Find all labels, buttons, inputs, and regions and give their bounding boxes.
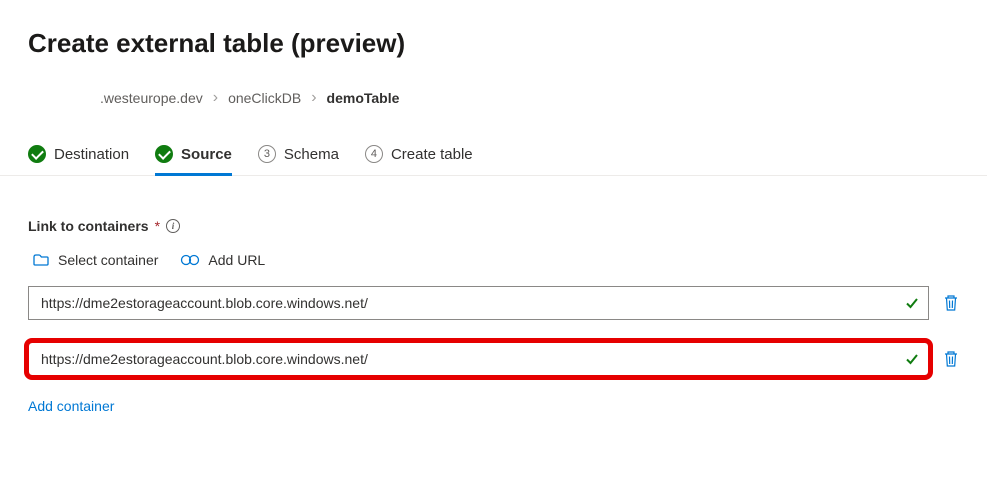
info-icon[interactable]: i (166, 219, 180, 233)
checkmark-icon (904, 295, 920, 311)
field-label: Link to containers (28, 218, 149, 234)
step-number-icon: 4 (365, 145, 383, 163)
add-container-link[interactable]: Add container (28, 398, 959, 414)
step-label: Schema (284, 146, 339, 163)
add-url-label: Add URL (208, 252, 265, 268)
step-label: Destination (54, 146, 129, 163)
link-icon (180, 253, 200, 267)
step-destination[interactable]: Destination (28, 135, 129, 175)
wizard-steps: Destination Source 3 Schema 4 Create tab… (0, 135, 987, 176)
url-input[interactable] (39, 294, 904, 312)
select-container-button[interactable]: Select container (32, 252, 158, 268)
url-row (28, 342, 959, 376)
chevron-right-icon (311, 89, 316, 107)
delete-icon[interactable] (943, 294, 959, 312)
url-input[interactable] (39, 350, 904, 368)
section-label: Link to containers * i (28, 218, 959, 234)
url-input-wrapper (28, 342, 929, 376)
url-input-wrapper (28, 286, 929, 320)
step-label: Source (181, 146, 232, 163)
chevron-right-icon (213, 89, 218, 107)
step-source[interactable]: Source (155, 135, 232, 175)
url-row (28, 286, 959, 320)
step-create-table[interactable]: 4 Create table (365, 135, 473, 175)
step-schema[interactable]: 3 Schema (258, 135, 339, 175)
select-container-label: Select container (58, 252, 158, 268)
container-icon (32, 252, 50, 268)
check-circle-icon (155, 145, 173, 163)
breadcrumb-item-current: demoTable (327, 90, 400, 106)
breadcrumb-item[interactable]: oneClickDB (228, 90, 301, 106)
breadcrumb-item[interactable]: .westeurope.dev (100, 90, 203, 106)
required-indicator: * (155, 218, 160, 234)
page-title: Create external table (preview) (28, 28, 959, 59)
breadcrumb: .westeurope.dev oneClickDB demoTable (100, 89, 959, 107)
delete-icon[interactable] (943, 350, 959, 368)
check-circle-icon (28, 145, 46, 163)
step-number-icon: 3 (258, 145, 276, 163)
checkmark-icon (904, 351, 920, 367)
step-label: Create table (391, 146, 473, 163)
add-url-button[interactable]: Add URL (180, 252, 265, 268)
